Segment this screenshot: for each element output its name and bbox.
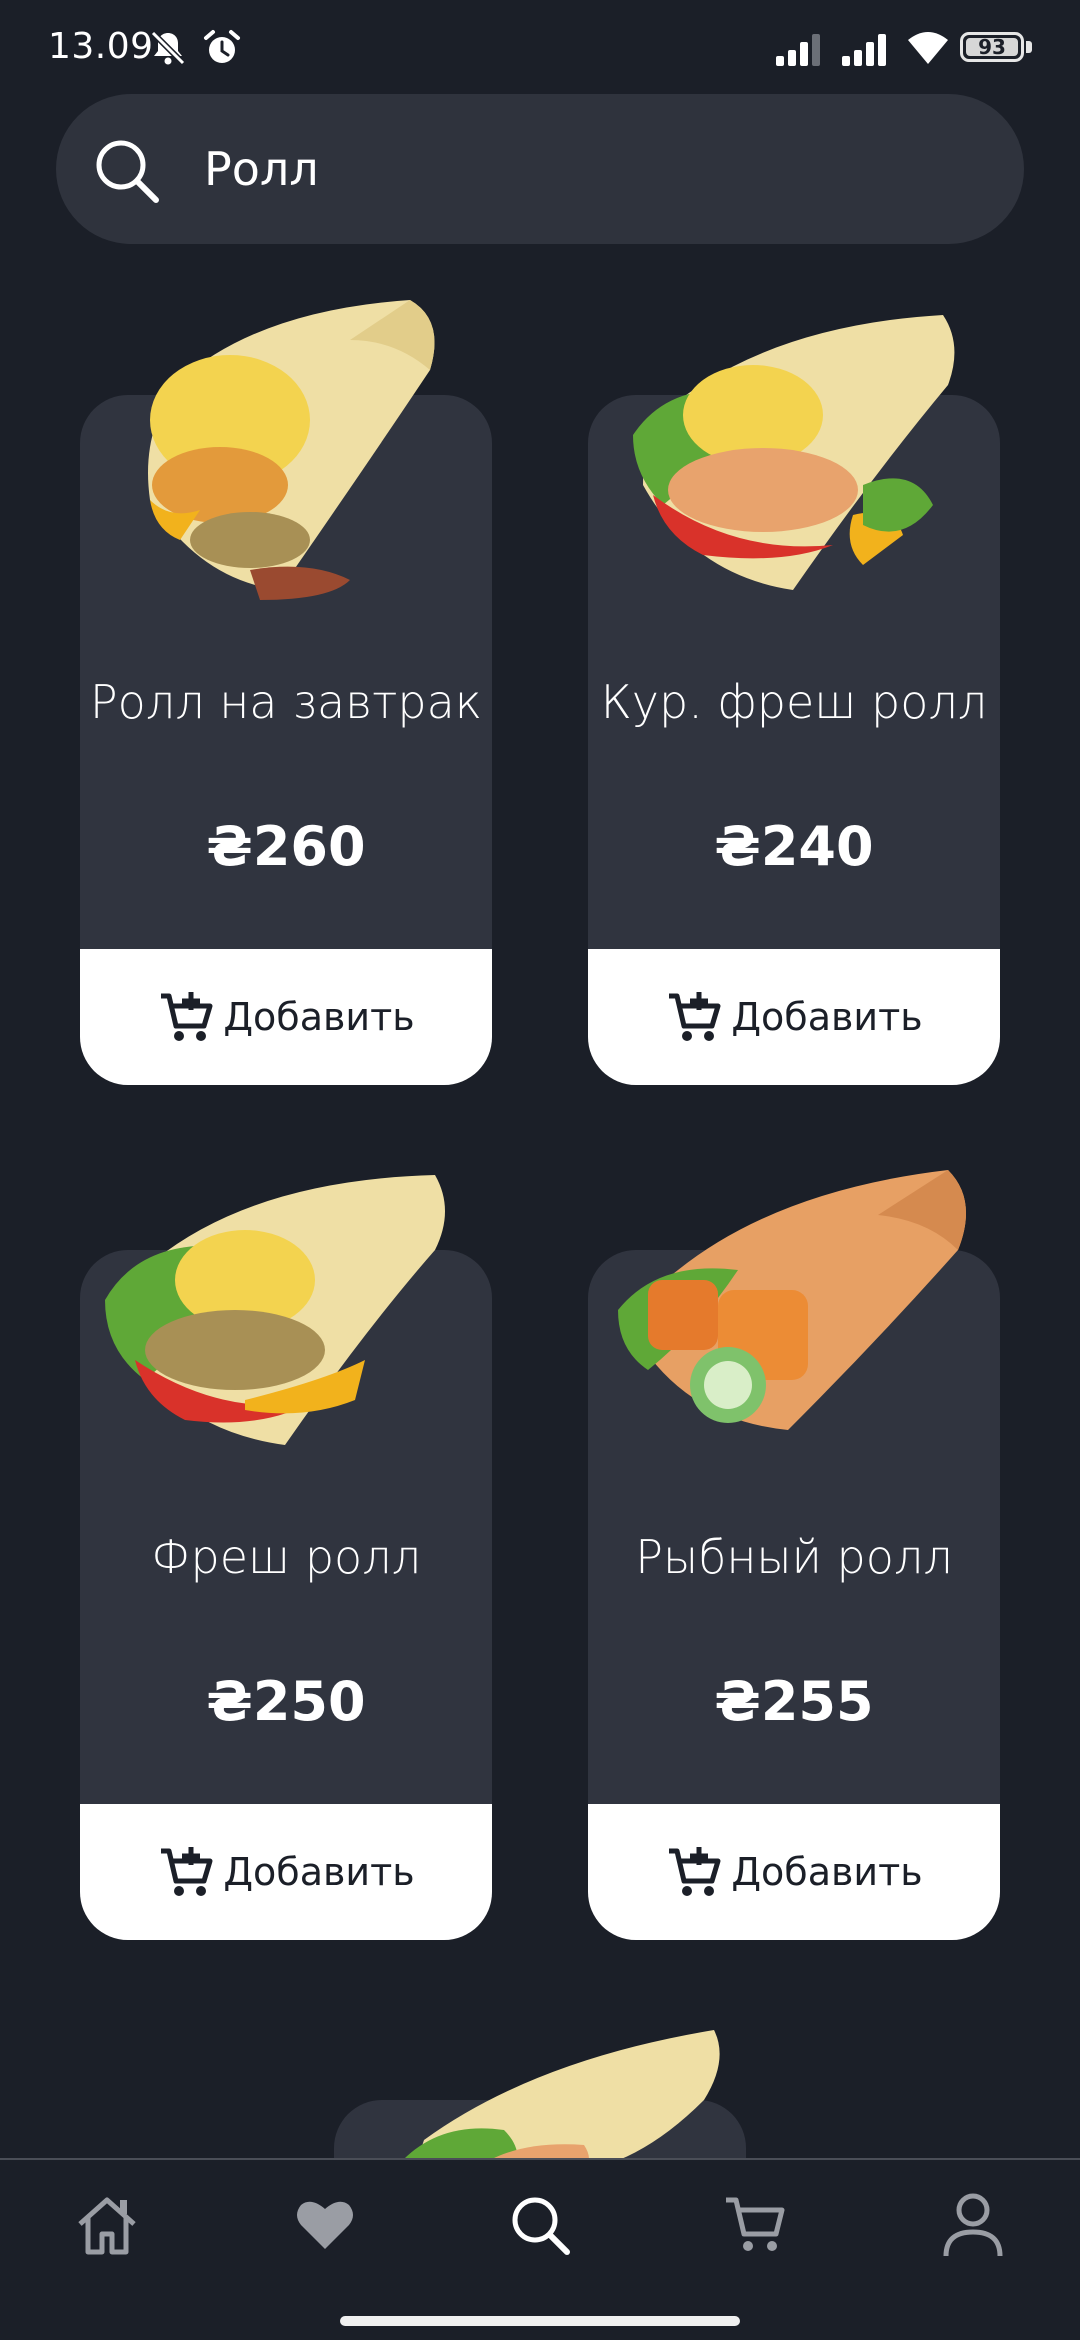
product-name: Кур. фреш ролл bbox=[600, 675, 988, 729]
battery-level: 93 bbox=[978, 35, 1006, 59]
add-to-cart-icon bbox=[161, 1847, 213, 1896]
add-to-cart-icon bbox=[669, 1847, 721, 1896]
nav-home[interactable] bbox=[62, 2180, 152, 2270]
wrap-image bbox=[394, 2030, 720, 2170]
product-name: Ролл на завтрак bbox=[89, 675, 483, 729]
add-to-cart-button[interactable]: Добавить bbox=[588, 1804, 1000, 1940]
add-button-label: Добавить bbox=[731, 1850, 923, 1894]
home-icon bbox=[78, 2197, 136, 2255]
add-to-cart-button[interactable]: Добавить bbox=[80, 1804, 492, 1940]
bottom-navigation bbox=[0, 2158, 1080, 2300]
add-button-label: Добавить bbox=[731, 995, 923, 1039]
signal-icon bbox=[842, 34, 886, 66]
search-input[interactable] bbox=[204, 138, 964, 200]
add-button-label: Добавить bbox=[223, 995, 415, 1039]
gesture-bar[interactable] bbox=[340, 2316, 740, 2326]
product-price: ₴260 bbox=[206, 815, 366, 878]
heart-icon bbox=[297, 2201, 353, 2249]
search-icon[interactable] bbox=[90, 134, 164, 208]
nav-cart[interactable] bbox=[712, 2180, 802, 2270]
wrap-image bbox=[148, 300, 435, 600]
search-bar[interactable] bbox=[56, 94, 1024, 244]
search-icon bbox=[512, 2197, 570, 2255]
add-to-cart-button[interactable]: Добавить bbox=[80, 949, 492, 1085]
wrap-image bbox=[618, 1170, 966, 1430]
product-card[interactable]: Рыбный ролл ₴255 Добавить bbox=[588, 1170, 1000, 1940]
product-card[interactable]: Фреш ролл ₴250 Добавить bbox=[80, 1175, 492, 1940]
wifi-icon bbox=[908, 32, 948, 64]
signal-icon bbox=[776, 34, 820, 66]
add-to-cart-icon bbox=[161, 992, 213, 1041]
add-to-cart-button[interactable]: Добавить bbox=[588, 949, 1000, 1085]
wrap-image bbox=[633, 315, 955, 590]
wrap-image bbox=[105, 1175, 445, 1445]
status-bar: 13.09 93 bbox=[0, 0, 1080, 96]
add-to-cart-icon bbox=[669, 992, 721, 1041]
add-button-label: Добавить bbox=[223, 1850, 415, 1894]
nav-search[interactable] bbox=[495, 2180, 585, 2270]
product-card[interactable]: Кур. фреш ролл ₴240 Добавить bbox=[588, 315, 1000, 1085]
product-name: Рыбный ролл bbox=[635, 1530, 953, 1584]
battery-icon: 93 bbox=[960, 32, 1034, 66]
product-price: ₴240 bbox=[714, 815, 874, 878]
alarm-icon bbox=[204, 30, 240, 63]
product-price: ₴255 bbox=[714, 1670, 874, 1733]
product-price: ₴250 bbox=[206, 1670, 366, 1733]
product-name: Фреш ролл bbox=[150, 1530, 421, 1584]
nav-favorites[interactable] bbox=[280, 2180, 370, 2270]
product-card[interactable]: Ролл на завтрак ₴260 Добавить bbox=[80, 300, 492, 1085]
status-time: 13.09 bbox=[48, 26, 154, 67]
user-icon bbox=[943, 2193, 1003, 2257]
cart-icon bbox=[726, 2197, 785, 2251]
bell-muted-icon bbox=[150, 30, 186, 66]
nav-profile[interactable] bbox=[928, 2180, 1018, 2270]
